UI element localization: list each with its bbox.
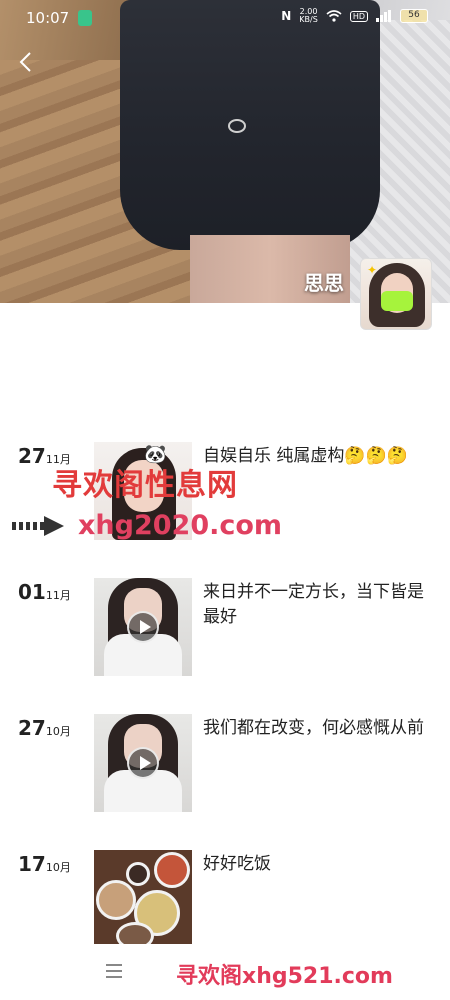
post-text: 自娱自乐 纯属虚构🤔🤔🤔 [203, 446, 408, 466]
avatar[interactable]: ✦ [360, 258, 432, 330]
watermark-url-row: xhg2020.com [6, 510, 282, 542]
status-icons: N 2.00 KB/S HD 56 [281, 8, 428, 24]
signal-icon [376, 10, 391, 22]
post-text: 来日并不一定方长，当下皆是最好 [203, 582, 424, 627]
nfc-icon: N [281, 9, 292, 23]
net-speed: 2.00 KB/S [299, 8, 318, 24]
feed-post[interactable]: 2710月 我们都在改变，何必感慨从前 [0, 712, 450, 812]
post-thumbnail[interactable] [94, 714, 192, 812]
shield-icon [78, 10, 92, 26]
post-text: 好好吃饭 [203, 854, 271, 874]
post-month: 11月 [45, 589, 71, 602]
feed-post[interactable]: 1710月 好好吃饭 [0, 848, 450, 948]
cover-jacket [120, 0, 380, 250]
wifi-icon [326, 10, 342, 22]
chevron-left-icon[interactable] [14, 50, 38, 74]
post-date: 1710月 [18, 852, 71, 876]
post-month: 10月 [45, 725, 71, 738]
status-time: 10:07 [26, 9, 70, 27]
profile-name: 思思 [304, 271, 344, 295]
post-date: 0111月 [18, 580, 71, 604]
post-month: 10月 [45, 861, 71, 874]
post-thumbnail[interactable] [94, 850, 192, 948]
sparkle-icon: ✦ [367, 263, 378, 277]
post-day: 27 [18, 444, 46, 468]
menu-icon[interactable] [106, 964, 122, 978]
play-icon[interactable] [127, 611, 159, 643]
post-thumbnail[interactable] [94, 578, 192, 676]
net-speed-unit: KB/S [299, 15, 318, 24]
arrow-right-icon [44, 516, 64, 536]
watermark-title: 寻欢阁性息网 [52, 468, 238, 503]
watermark-bottom: 寻欢阁xhg521.com [176, 964, 393, 989]
post-date: 2710月 [18, 716, 71, 740]
feed-post[interactable]: 0111月 来日并不一定方长，当下皆是最好 [0, 576, 450, 676]
battery-icon: 56 [400, 9, 428, 23]
post-day: 27 [18, 716, 46, 740]
cover-button [228, 119, 246, 133]
play-icon[interactable] [127, 747, 159, 779]
watermark-url: xhg2020.com [78, 510, 283, 541]
hd-badge: HD [349, 10, 368, 22]
post-day: 01 [18, 580, 46, 604]
post-text: 我们都在改变，何必感慨从前 [203, 718, 424, 738]
post-day: 17 [18, 852, 46, 876]
bottom-bar: 寻欢阁xhg521.com [0, 944, 450, 1000]
status-bar: 10:07 N 2.00 KB/S HD 56 [0, 0, 450, 36]
